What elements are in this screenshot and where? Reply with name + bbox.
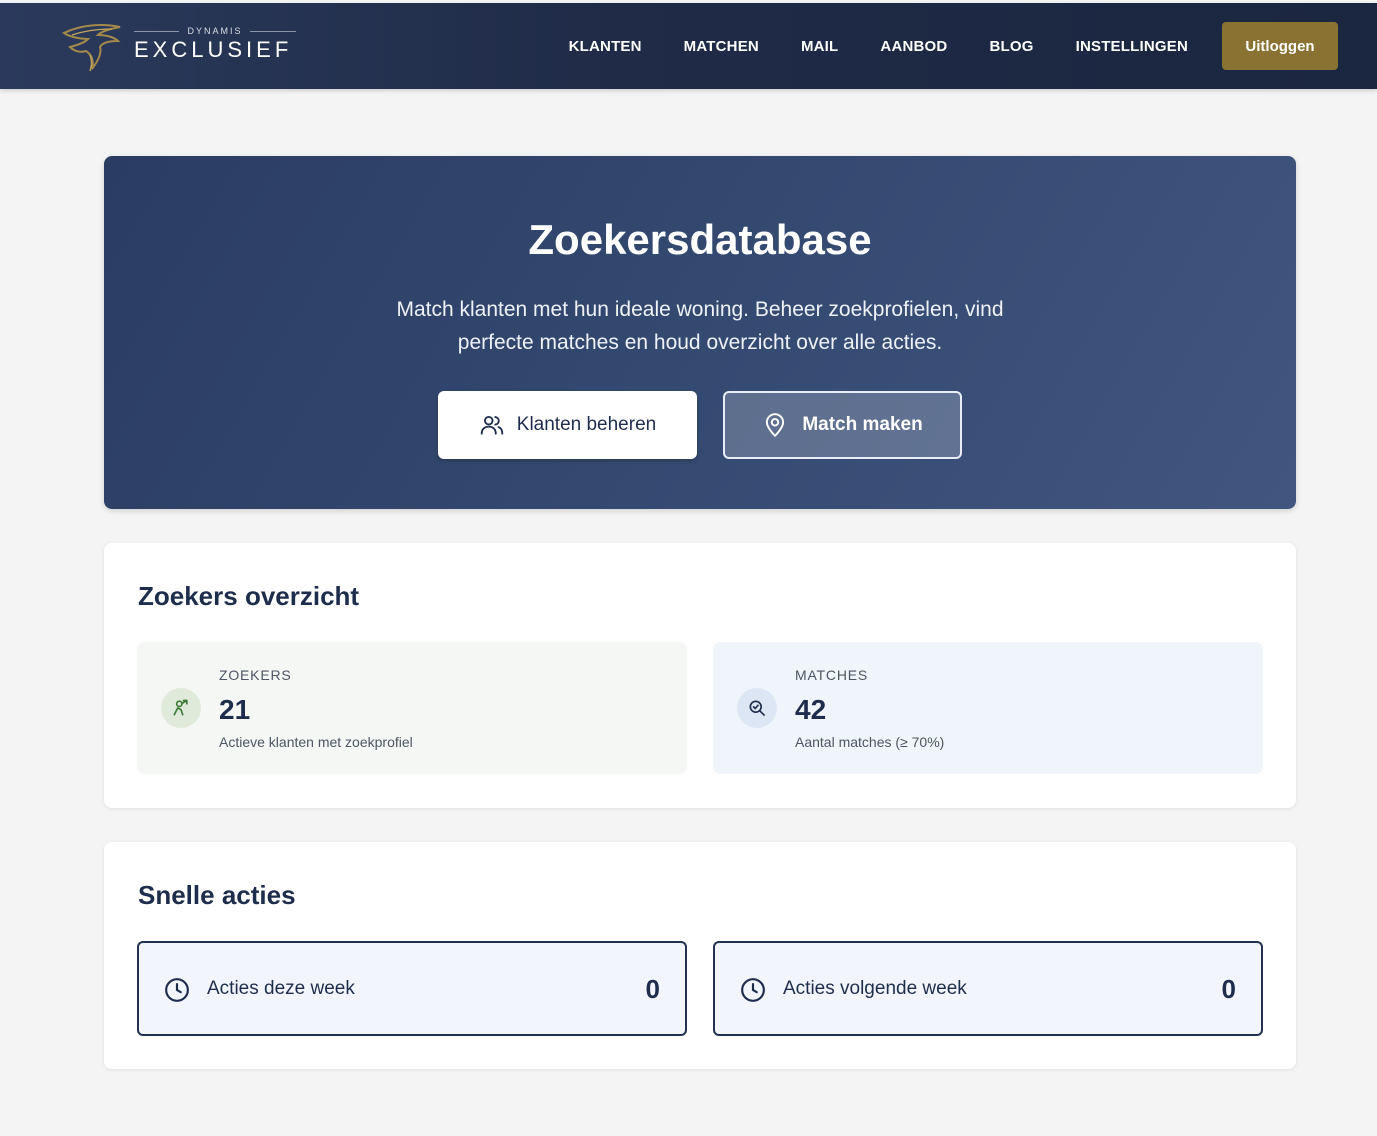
manage-clients-label: Klanten beheren bbox=[516, 414, 657, 435]
actions-this-week-count: 0 bbox=[645, 974, 660, 1004]
quick-actions-title: Snelle acties bbox=[138, 880, 296, 910]
nav-item-aanbod[interactable]: AANBOD bbox=[880, 38, 947, 55]
users-icon bbox=[480, 415, 503, 435]
actions-this-week-button[interactable]: Acties deze week 0 bbox=[137, 941, 687, 1036]
user-search-icon bbox=[161, 688, 201, 728]
main-nav: KLANTEN MATCHEN MAIL AANBOD BLOG INSTELL… bbox=[569, 3, 1377, 89]
actions-next-week-label: Acties volgende week bbox=[783, 978, 967, 999]
stat-value-zoekers: 21 bbox=[219, 694, 251, 725]
page-title: Zoekersdatabase bbox=[528, 216, 872, 263]
search-check-icon bbox=[737, 688, 777, 728]
hero-subtitle: Match klanten met hun ideale woning. Beh… bbox=[396, 298, 1004, 354]
stat-label-zoekers: ZOEKERS bbox=[219, 667, 292, 683]
actions-this-week-label: Acties deze week bbox=[207, 978, 355, 999]
overview-card: Zoekers overzicht ZOEKERS 21 Actieve kla… bbox=[104, 543, 1296, 808]
logo-wordmark: EXCLUSIEF bbox=[134, 37, 293, 62]
stat-description-zoekers: Actieve klanten met zoekprofiel bbox=[219, 734, 413, 750]
stat-label-matches: MATCHES bbox=[795, 667, 869, 683]
brand-logo[interactable]: DYNAMIS EXCLUSIEF bbox=[62, 19, 302, 75]
nav-item-blog[interactable]: BLOG bbox=[989, 38, 1033, 55]
clock-icon bbox=[165, 978, 189, 1002]
nav-item-matchen[interactable]: MATCHEN bbox=[684, 38, 759, 55]
nav-item-mail[interactable]: MAIL bbox=[801, 38, 838, 55]
manage-clients-button[interactable]: Klanten beheren bbox=[438, 391, 697, 459]
stat-card-matches: MATCHES 42 Aantal matches (≥ 70%) bbox=[713, 642, 1263, 774]
hero-banner: Zoekersdatabase Match klanten met hun id… bbox=[104, 156, 1296, 509]
stat-value-matches: 42 bbox=[795, 694, 827, 725]
overview-title: Zoekers overzicht bbox=[138, 581, 360, 611]
logout-button[interactable]: Uitloggen bbox=[1222, 22, 1338, 70]
actions-next-week-count: 0 bbox=[1221, 974, 1236, 1004]
quick-actions-card: Snelle acties Acties deze week 0 Acties … bbox=[104, 842, 1296, 1069]
logo-divider-right bbox=[250, 31, 296, 32]
nav-item-instellingen[interactable]: INSTELLINGEN bbox=[1076, 38, 1188, 55]
nav-item-klanten[interactable]: KLANTEN bbox=[569, 38, 642, 55]
make-match-button[interactable]: Match maken bbox=[723, 391, 962, 459]
clock-icon bbox=[741, 978, 765, 1002]
stat-description-matches: Aantal matches (≥ 70%) bbox=[795, 734, 945, 750]
horse-head-logo-icon bbox=[62, 24, 121, 72]
make-match-label: Match maken bbox=[802, 414, 923, 435]
stat-card-zoekers: ZOEKERS 21 Actieve klanten met zoekprofi… bbox=[137, 642, 687, 774]
top-navigation-bar: DYNAMIS EXCLUSIEF KLANTEN MATCHEN MAIL A… bbox=[0, 3, 1377, 89]
actions-next-week-button[interactable]: Acties volgende week 0 bbox=[713, 941, 1263, 1036]
map-pin-icon bbox=[766, 413, 785, 437]
